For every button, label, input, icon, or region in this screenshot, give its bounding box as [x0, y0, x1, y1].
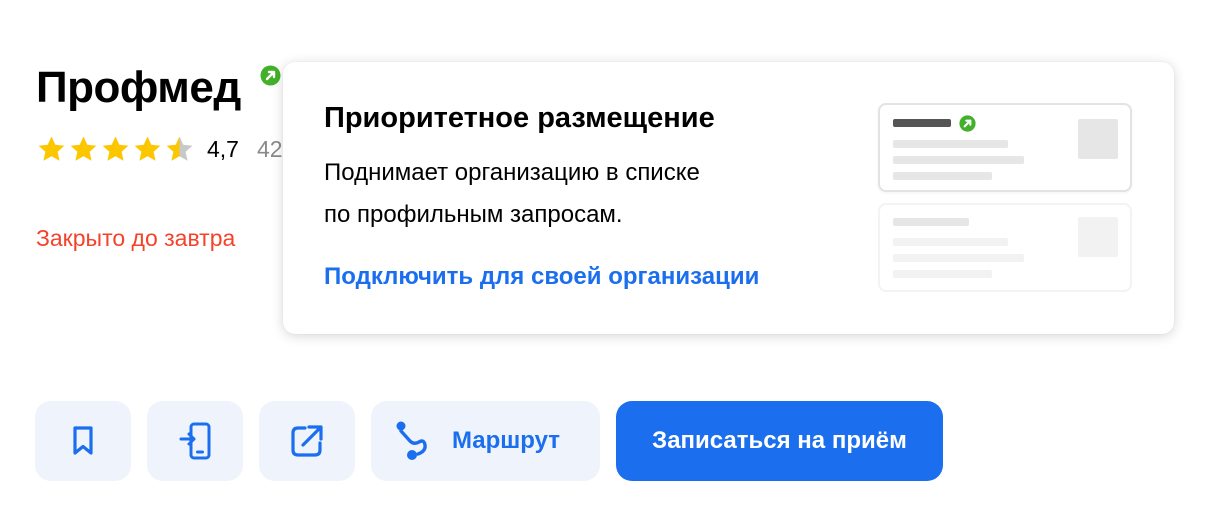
reviews-count[interactable]: 42 [257, 133, 285, 165]
illustration-thumbnail [1078, 119, 1118, 159]
illustration-line [893, 254, 1024, 262]
placement-illustration [878, 102, 1134, 296]
bookmark-icon [73, 426, 93, 455]
star-icon [38, 136, 65, 161]
book-appointment-button[interactable]: Записаться на приём [616, 401, 943, 481]
popover-description-line1: Поднимает организацию в списке [324, 159, 700, 186]
share-icon [291, 425, 323, 457]
route-button-label: Маршрут [452, 427, 561, 454]
illustration-card-promoted [878, 103, 1132, 192]
verified-icon [959, 115, 976, 132]
star-icon [102, 136, 129, 161]
star-icon [166, 136, 193, 161]
star-icon [70, 136, 97, 161]
illustration-thumbnail [1078, 217, 1118, 257]
star-icon [134, 136, 161, 161]
rating-stars [36, 132, 195, 166]
bookmark-button[interactable] [35, 401, 131, 481]
verified-icon [260, 65, 281, 86]
illustration-card-regular [878, 203, 1132, 292]
route-button[interactable]: Маршрут [371, 401, 600, 481]
share-button[interactable] [259, 401, 355, 481]
illustration-line [893, 156, 1024, 164]
phone-button[interactable] [147, 401, 243, 481]
popover-description-line2: по профильным запросам. [324, 201, 623, 228]
illustration-line [893, 238, 1008, 246]
priority-placement-popover: Приоритетное размещение Поднимает органи… [283, 62, 1174, 334]
connect-link[interactable]: Подключить для своей организации [324, 260, 759, 294]
working-status: Закрыто до завтра [36, 225, 236, 251]
phone-icon [179, 422, 211, 460]
illustration-title-bar [893, 218, 969, 226]
illustration-line [893, 140, 1008, 148]
rating-value: 4,7 [207, 136, 239, 162]
illustration-line [893, 172, 992, 180]
route-icon [396, 421, 427, 460]
illustration-line [893, 270, 992, 278]
org-title: Профмед [36, 63, 241, 112]
popover-title: Приоритетное размещение [324, 102, 715, 134]
illustration-title-bar [893, 119, 951, 127]
popover-description: Поднимает организацию в списке по профил… [324, 152, 794, 236]
